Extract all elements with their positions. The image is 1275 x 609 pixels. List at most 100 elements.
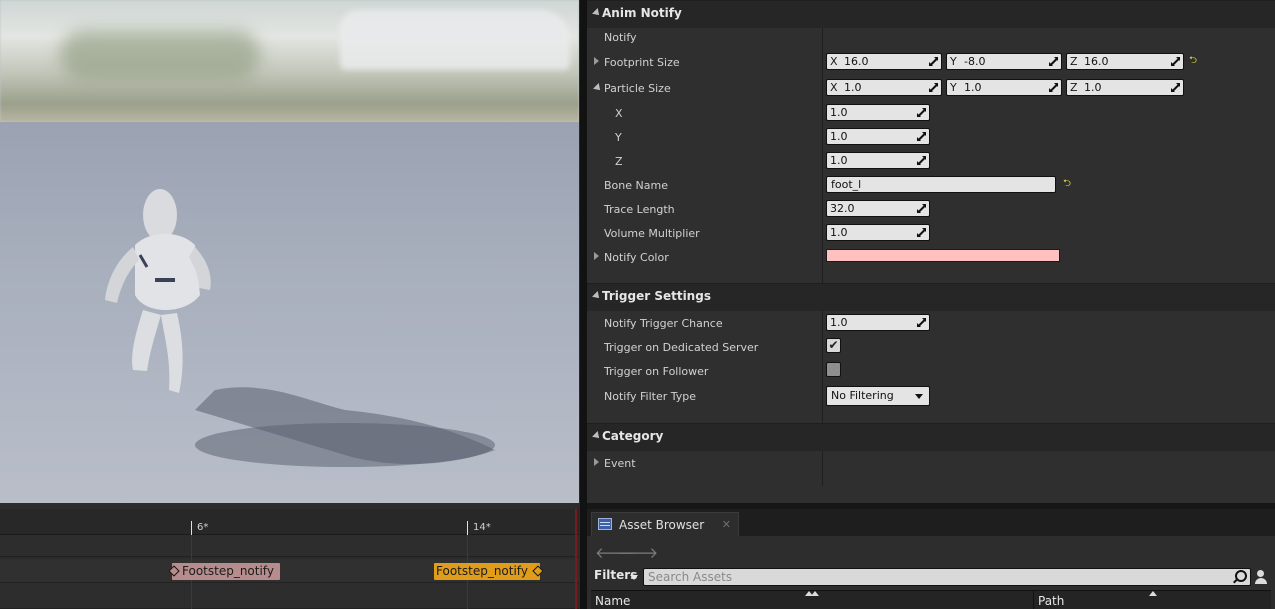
- expand-arrow-icon[interactable]: [594, 458, 599, 466]
- scrub-icon[interactable]: [929, 57, 938, 66]
- scrub-icon[interactable]: [917, 204, 926, 213]
- notify-marker-selected[interactable]: Footstep_notify: [434, 563, 544, 580]
- particle-z-field[interactable]: Z 1.0: [1066, 79, 1184, 96]
- particle-y-field[interactable]: Y 1.0: [946, 79, 1062, 96]
- background-foliage: [60, 30, 260, 80]
- asset-list-header: Name Path: [591, 590, 1271, 609]
- user-icon[interactable]: [1253, 568, 1269, 586]
- timeline-tick-label: 14*: [473, 522, 491, 533]
- field-value: 1.0: [844, 81, 862, 94]
- trigger-dedicated-server-checkbox[interactable]: ✔: [826, 338, 841, 353]
- timeline-tick: [191, 521, 192, 535]
- collapse-arrow-icon[interactable]: [592, 431, 602, 441]
- dropdown-value: No Filtering: [831, 389, 894, 402]
- tab-label: Asset Browser: [619, 518, 705, 532]
- row-trace-length: Trace Length 32.0: [587, 197, 1275, 221]
- collapse-arrow-icon[interactable]: [592, 8, 602, 18]
- background-car: [340, 10, 570, 70]
- field-value: 1.0: [1084, 81, 1102, 94]
- trigger-follower-checkbox[interactable]: [826, 362, 841, 377]
- notify-color-swatch[interactable]: [826, 249, 1060, 262]
- field-value: 32.0: [830, 202, 855, 215]
- field-value: 1.0: [830, 130, 848, 143]
- details-panel: Anim Notify Notify Footprint Size X 16.0 …: [587, 0, 1275, 503]
- particle-x-field[interactable]: X 1.0: [826, 79, 942, 96]
- axis-label: Y: [950, 81, 957, 94]
- property-label: Notify Color: [604, 251, 669, 264]
- asset-browser-panel: Asset Browser ✕ 🡐 🡒 Filters Search Asset…: [587, 509, 1275, 609]
- volume-multiplier-field[interactable]: 1.0: [826, 224, 930, 241]
- collapse-arrow-icon[interactable]: [592, 291, 602, 301]
- property-label: Trace Length: [604, 203, 675, 216]
- column-separator[interactable]: [1033, 591, 1034, 609]
- scrub-icon[interactable]: [917, 108, 926, 117]
- notify-timeline[interactable]: 6* 14* Footstep_notify Footstep_notify: [0, 509, 579, 609]
- property-label: Y: [615, 131, 622, 144]
- scrub-icon[interactable]: [1049, 83, 1058, 92]
- timeline-ruler[interactable]: 6* 14*: [0, 509, 579, 535]
- category-anim-notify[interactable]: Anim Notify: [587, 0, 1275, 28]
- row-particle-x: X 1.0: [587, 101, 1275, 125]
- reset-to-default-icon[interactable]: ⮌: [1063, 179, 1073, 189]
- tab-asset-browser[interactable]: Asset Browser ✕: [591, 512, 739, 536]
- row-footprint-size: Footprint Size X 16.0 Y -8.0 Z 16.0 ⮌: [587, 50, 1275, 74]
- category-category[interactable]: Category: [587, 423, 1275, 451]
- property-label: Particle Size: [604, 82, 671, 95]
- column-header-path[interactable]: Path: [1038, 594, 1064, 608]
- chevron-down-icon: [630, 575, 638, 580]
- scrub-icon[interactable]: [917, 132, 926, 141]
- property-label: Trigger on Dedicated Server: [604, 341, 759, 354]
- property-label: X: [615, 107, 623, 120]
- row-notify: Notify: [587, 25, 1275, 49]
- mannequin-character: [105, 189, 495, 467]
- scrub-icon[interactable]: [1171, 57, 1180, 66]
- scrub-icon[interactable]: [929, 83, 938, 92]
- panel-splitter[interactable]: [579, 0, 587, 609]
- footprint-x-field[interactable]: X 16.0: [826, 53, 942, 70]
- expand-arrow-icon[interactable]: [594, 57, 599, 65]
- footprint-z-field[interactable]: Z 16.0: [1066, 53, 1184, 70]
- field-value: 16.0: [1084, 55, 1109, 68]
- scrub-icon[interactable]: [917, 156, 926, 165]
- notify-marker[interactable]: Footstep_notify: [168, 563, 280, 580]
- timeline-track: [0, 583, 579, 609]
- field-value: foot_l: [831, 178, 862, 191]
- row-particle-y: Y 1.0: [587, 125, 1275, 149]
- bone-name-field[interactable]: foot_l: [826, 176, 1056, 193]
- expand-arrow-icon[interactable]: [594, 252, 599, 260]
- column-header-name[interactable]: Name: [595, 594, 630, 608]
- close-icon[interactable]: ✕: [722, 518, 731, 531]
- field-value: -8.0: [964, 55, 986, 68]
- scrub-icon[interactable]: [917, 228, 926, 237]
- search-input[interactable]: Search Assets: [643, 568, 1251, 586]
- viewport[interactable]: [0, 0, 579, 503]
- row-notify-filter-type: Notify Filter Type No Filtering: [587, 384, 1275, 408]
- particle-y-value-field[interactable]: 1.0: [826, 128, 930, 145]
- category-label: Anim Notify: [602, 6, 682, 20]
- forward-arrow-icon[interactable]: 🡒: [618, 543, 658, 562]
- row-trigger-dedicated-server: Trigger on Dedicated Server ✔: [587, 335, 1275, 359]
- scrub-icon[interactable]: [917, 318, 926, 327]
- sort-icon: [1149, 591, 1157, 596]
- notify-filter-type-dropdown[interactable]: No Filtering: [826, 386, 930, 406]
- row-particle-z: Z 1.0: [587, 149, 1275, 173]
- collapse-arrow-icon[interactable]: [593, 83, 603, 93]
- sort-ascending-icon: [811, 591, 819, 596]
- search-icon[interactable]: [1233, 570, 1247, 583]
- row-notify-color: Notify Color: [587, 245, 1275, 269]
- timeline-end-marker: [575, 509, 577, 609]
- footprint-y-field[interactable]: Y -8.0: [946, 53, 1062, 70]
- timeline-tick: [467, 521, 468, 535]
- timeline-track: [0, 535, 579, 557]
- axis-label: X: [830, 55, 838, 68]
- category-trigger-settings[interactable]: Trigger Settings: [587, 283, 1275, 311]
- particle-x-value-field[interactable]: 1.0: [826, 104, 930, 121]
- reset-to-default-icon[interactable]: ⮌: [1189, 56, 1199, 66]
- particle-z-value-field[interactable]: 1.0: [826, 152, 930, 169]
- scrub-icon[interactable]: [1171, 83, 1180, 92]
- notify-trigger-chance-field[interactable]: 1.0: [826, 314, 930, 331]
- trace-length-field[interactable]: 32.0: [826, 200, 930, 217]
- chevron-down-icon: [915, 394, 923, 399]
- scrub-icon[interactable]: [1049, 57, 1058, 66]
- property-label: Z: [615, 155, 623, 168]
